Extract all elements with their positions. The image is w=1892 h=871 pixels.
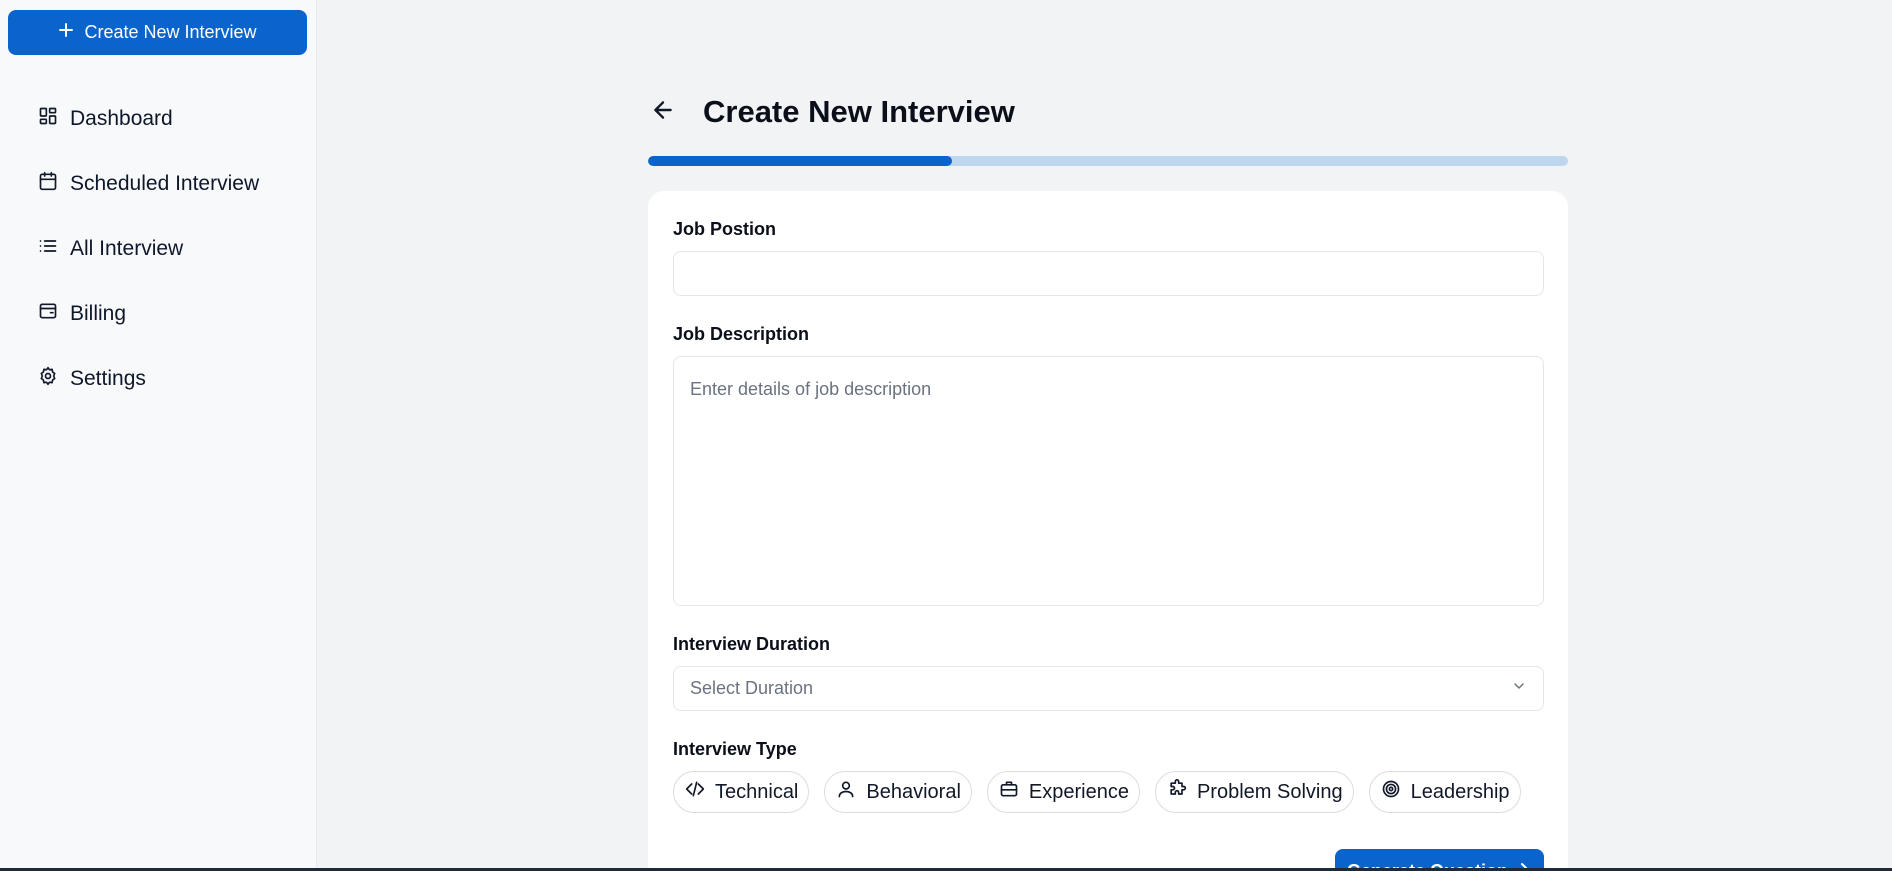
plus-icon [58,22,74,43]
job-description-textarea[interactable] [673,356,1544,606]
sidebar-item-label: Settings [70,366,146,390]
list-icon [38,236,58,262]
interview-type-leadership[interactable]: Leadership [1368,771,1521,813]
interview-type-problem-solving[interactable]: Problem Solving [1154,771,1354,813]
sidebar-item-scheduled-interview[interactable]: Scheduled Interview [0,151,317,216]
job-position-input[interactable] [673,251,1544,296]
sidebar-item-billing[interactable]: Billing [0,281,317,346]
sidebar-item-label: Scheduled Interview [70,171,260,195]
interview-type-behavioral[interactable]: Behavioral [824,771,972,813]
target-icon [1381,779,1401,805]
calendar-icon [38,171,58,197]
main-content: Create New Interview Job Postion Job Des… [648,0,1568,871]
back-button[interactable] [648,97,678,127]
layout-dashboard-icon [38,106,58,132]
chip-label: Leadership [1410,780,1510,803]
sidebar-item-settings[interactable]: Settings [0,346,317,411]
chevron-down-icon [1511,678,1527,699]
briefcase-icon [999,779,1019,805]
sidebar-item-dashboard[interactable]: Dashboard [0,86,317,151]
progress-bar [648,156,1568,166]
interview-type-technical[interactable]: Technical [673,771,810,813]
chip-label: Technical [715,780,799,803]
form-card: Job Postion Job Description Interview Du… [648,191,1568,871]
puzzle-icon [1167,779,1187,805]
create-new-interview-label: Create New Interview [84,22,257,42]
interview-duration-select[interactable]: Select Duration [673,666,1544,711]
sidebar-item-label: Dashboard [70,106,173,130]
chip-label: Problem Solving [1196,780,1343,803]
wallet-icon [38,301,58,327]
interview-type-options: Technical Behavioral Experience Problem … [673,771,1521,813]
job-position-label: Job Postion [673,219,776,239]
arrow-left-icon [650,97,676,128]
chip-label: Experience [1028,780,1129,803]
interview-type-experience[interactable]: Experience [986,771,1140,813]
code-icon [685,779,705,805]
sidebar-item-all-interview[interactable]: All Interview [0,216,317,281]
interview-type-label: Interview Type [673,739,797,759]
page-title: Create New Interview [703,94,1015,129]
progress-bar-fill [648,156,952,166]
create-new-interview-button[interactable]: Create New Interview [8,10,307,55]
settings-icon [38,366,58,392]
user-icon [836,779,856,805]
sidebar-item-label: All Interview [70,236,184,260]
job-description-label: Job Description [673,324,810,344]
page-header: Create New Interview [648,92,1015,132]
chip-label: Behavioral [866,780,961,803]
sidebar-nav: Dashboard Scheduled Interview All Interv… [0,86,317,411]
interview-duration-value: Select Duration [690,678,814,698]
sidebar: Create New Interview Dashboard Scheduled… [0,0,317,868]
interview-duration-label: Interview Duration [673,634,831,654]
sidebar-item-label: Billing [70,301,127,325]
